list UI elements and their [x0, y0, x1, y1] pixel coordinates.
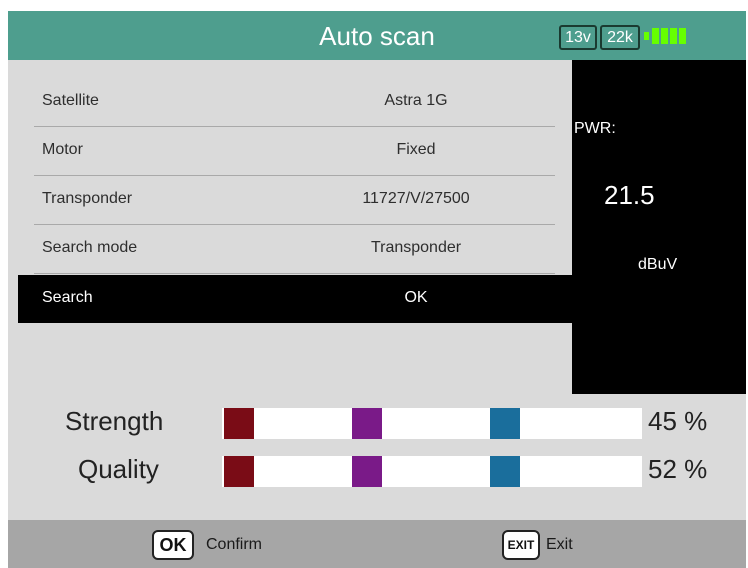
strength-label: Strength: [65, 406, 164, 436]
strength-segment-3: [490, 408, 520, 439]
quality-segment-2: [352, 456, 382, 487]
setting-label: Search: [42, 289, 93, 306]
quality-label: Quality: [78, 454, 159, 484]
setting-value: Astra 1G: [384, 92, 448, 109]
battery-icon: [644, 28, 688, 44]
setting-value: Fixed: [396, 141, 436, 158]
power-unit: dBuV: [638, 256, 678, 273]
signal-metrics: Strength 45 % Quality 52 %: [8, 394, 746, 520]
setting-value: Transponder: [370, 239, 462, 256]
strength-value: 45 %: [648, 406, 708, 436]
battery-cell: [661, 28, 668, 44]
battery-cell: [652, 28, 659, 44]
settings-panel: Satellite Astra 1G Motor Fixed Transpond…: [8, 60, 618, 394]
title-bar: Auto scan 13v 22k: [8, 11, 746, 60]
ok-key-icon[interactable]: OK: [152, 530, 194, 560]
quality-segment-1: [224, 456, 254, 487]
strength-segment-2: [352, 408, 382, 439]
battery-cell: [670, 28, 677, 44]
setting-label: Transponder: [42, 190, 133, 207]
setting-row-search[interactable]: Search OK: [18, 275, 618, 323]
setting-label: Motor: [42, 141, 83, 158]
confirm-label: Confirm: [206, 536, 263, 553]
power-value: 21.5: [604, 180, 655, 210]
battery-nub: [644, 32, 649, 40]
strength-segment-1: [224, 408, 254, 439]
power-label: PWR:: [574, 120, 616, 137]
footer-bar: OK Confirm EXIT Exit: [8, 520, 746, 568]
tone-22k-badge: 22k: [600, 25, 640, 50]
setting-row-motor[interactable]: Motor Fixed: [34, 127, 555, 176]
quality-value: 52 %: [648, 454, 708, 484]
setting-value: 11727/V/27500: [362, 190, 470, 207]
battery-cell: [679, 28, 686, 44]
setting-row-search-mode[interactable]: Search mode Transponder: [34, 225, 555, 274]
lnb-voltage-badge: 13v: [559, 25, 597, 50]
power-panel: PWR: 21.5 dBuV: [572, 60, 746, 394]
quality-bar: [222, 456, 642, 487]
setting-row-satellite[interactable]: Satellite Astra 1G: [34, 78, 555, 127]
exit-label: Exit: [546, 536, 573, 553]
setting-label: Satellite: [42, 92, 99, 109]
search-ok-value: OK: [404, 289, 428, 306]
setting-row-transponder[interactable]: Transponder 11727/V/27500: [34, 176, 555, 225]
strength-bar: [222, 408, 642, 439]
quality-segment-3: [490, 456, 520, 487]
setting-label: Search mode: [42, 239, 138, 256]
exit-key-icon[interactable]: EXIT: [502, 530, 540, 560]
